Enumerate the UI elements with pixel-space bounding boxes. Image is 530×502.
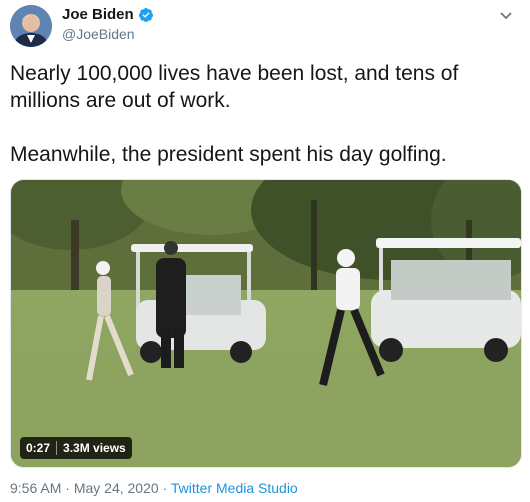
author-handle[interactable]: @JoeBiden xyxy=(62,26,135,42)
avatar-image xyxy=(10,5,52,47)
avatar[interactable] xyxy=(10,5,52,47)
tweet-source-link[interactable]: Twitter Media Studio xyxy=(171,480,298,496)
video-thumbnail xyxy=(11,180,521,467)
chevron-down-icon xyxy=(500,12,512,20)
tweet-text: Nearly 100,000 lives have been lost, and… xyxy=(10,60,520,168)
tweet-text-line: Meanwhile, the president spent his day g… xyxy=(10,143,447,166)
tweet-date[interactable]: May 24, 2020 xyxy=(74,480,159,496)
verified-badge-icon xyxy=(138,7,154,23)
more-options-button[interactable] xyxy=(494,4,518,28)
meta-separator: · xyxy=(158,480,171,496)
video-views: 3.3M views xyxy=(63,441,126,455)
video-duration: 0:27 xyxy=(26,441,51,455)
video-player[interactable] xyxy=(10,179,522,468)
tweet-meta: 9:56 AM · May 24, 2020 · Twitter Media S… xyxy=(10,480,298,496)
tweet-text-line: Nearly 100,000 lives have been lost, and… xyxy=(10,62,459,112)
author-name[interactable]: Joe Biden xyxy=(62,6,134,23)
meta-separator: · xyxy=(61,480,74,496)
video-info-badge: 0:27 3.3M views xyxy=(20,437,132,459)
author-name-row[interactable]: Joe Biden xyxy=(62,6,154,23)
tweet-time[interactable]: 9:56 AM xyxy=(10,480,61,496)
